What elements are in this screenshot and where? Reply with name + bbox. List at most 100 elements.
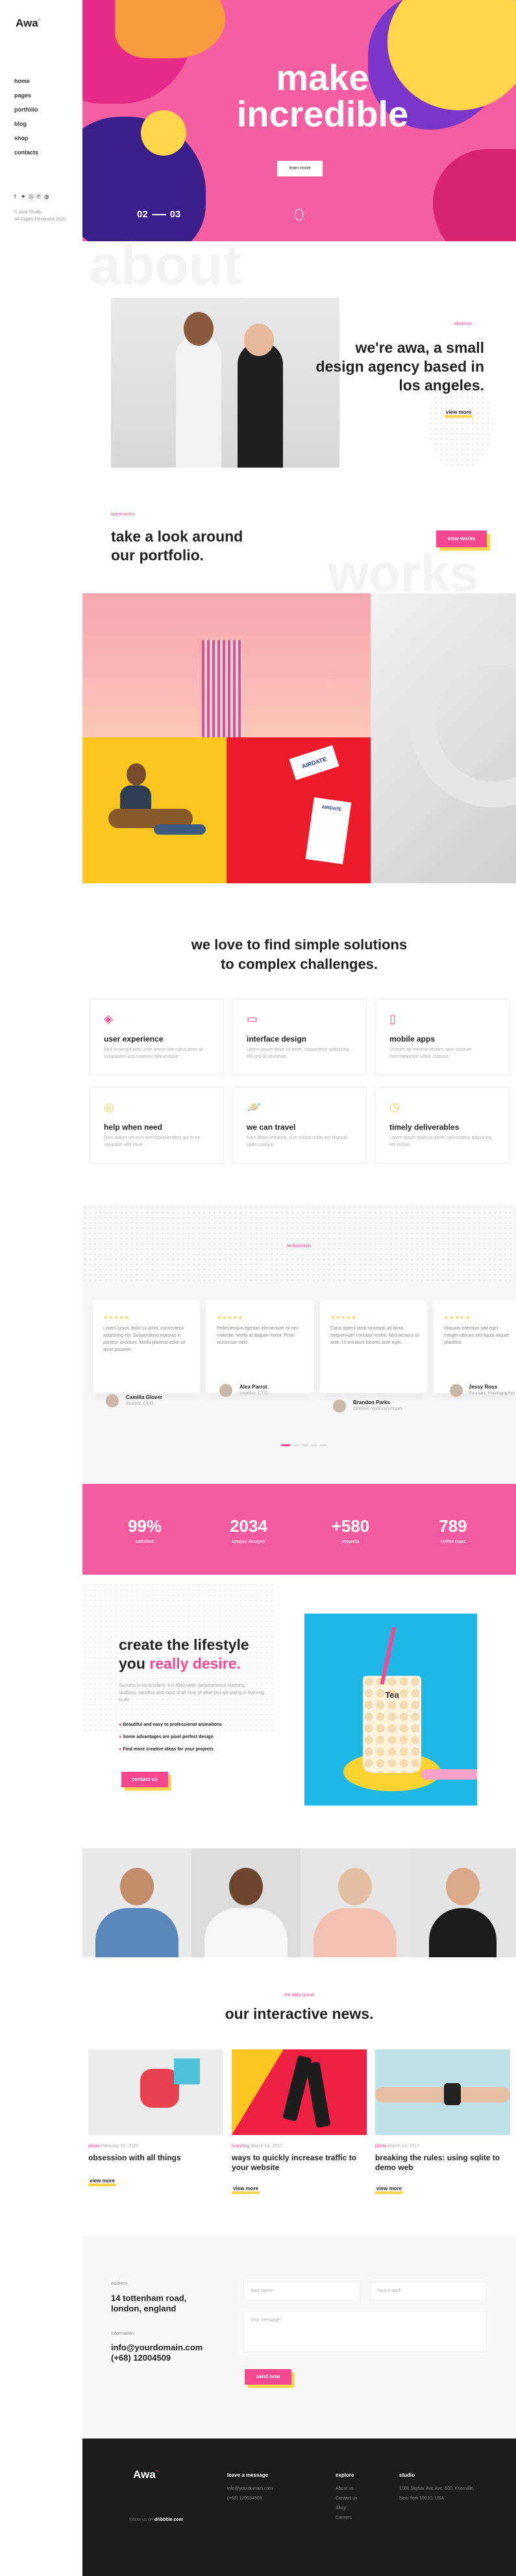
carousel-dot[interactable] — [302, 1444, 308, 1446]
carousel-dot[interactable] — [311, 1444, 317, 1446]
testimonial-quote: Pellentesque egestas elementum mi nec mo… — [217, 1326, 299, 1345]
view-works-button[interactable]: view works — [436, 531, 487, 547]
sock-right — [305, 2061, 331, 2129]
service-card[interactable]: ◈ user experience Sed ut perspiciatis unde… — [89, 999, 224, 1075]
service-title: timely deliverables — [389, 1123, 460, 1132]
testimonial-quote: Class aptent taciti sociosqu ad litora t… — [330, 1326, 419, 1345]
teal-object — [174, 2058, 200, 2084]
footer-col-title: leave a message — [227, 2472, 269, 2478]
about-ghost-text: about — [90, 234, 242, 296]
wrist — [375, 2087, 510, 2103]
address-label: Address — [111, 2282, 128, 2286]
phone-value[interactable]: (+68) 12004509 — [111, 2353, 171, 2363]
nav-contacts[interactable]: contacts — [14, 149, 38, 156]
lifestyle-desc: Success is no accident. It is hard work,… — [119, 1684, 264, 1702]
portfolio-item-architecture[interactable] — [371, 593, 516, 883]
nav-portfolio[interactable]: portfolio — [14, 106, 38, 113]
copyright: © Awa Studio. — [14, 210, 43, 215]
news-image[interactable] — [232, 2049, 367, 2135]
service-desc: Lorem ipsum dolor sit amet, consectetur … — [389, 1136, 492, 1147]
service-card[interactable]: ◷ timely deliverables Lorem ipsum dolor si… — [375, 1087, 510, 1163]
team-member[interactable] — [301, 1848, 410, 1957]
send-now-button[interactable]: send now — [245, 2369, 291, 2385]
service-title: interface design — [247, 1034, 307, 1044]
stars-icon: ★★★★★ — [444, 1315, 471, 1320]
portfolio-item-guitarist[interactable] — [82, 737, 227, 883]
member-head — [229, 1868, 263, 1905]
twitter-icon[interactable]: ✦ — [21, 193, 26, 200]
service-desc: Nam libero tempore, cum soluta nobis est… — [247, 1136, 348, 1147]
nav-pages[interactable]: pages — [14, 92, 31, 99]
testimonial-name: Brandon Parks — [353, 1400, 390, 1405]
service-card[interactable]: ◎ help when need Quis autem vel eum iure r… — [89, 1087, 224, 1163]
name-field[interactable]: Your name* — [243, 2282, 360, 2301]
footer: Awa° follow us on dribbble.com leave a m… — [82, 2439, 516, 2576]
building-shape — [202, 640, 242, 737]
woman-figure — [238, 342, 283, 468]
instagram-icon[interactable]: ◎ — [29, 193, 34, 200]
news-title[interactable]: ways to quickly increase traffic to your … — [232, 2153, 367, 2173]
news-image[interactable] — [375, 2049, 510, 2135]
learn-more-button[interactable]: learn more — [277, 161, 323, 176]
nav-home[interactable]: home — [14, 78, 30, 84]
stars-icon: ★★★★★ — [217, 1315, 243, 1320]
service-card[interactable]: ▯ mobile apps Ut enim ad minima veniam, qu… — [375, 999, 510, 1075]
portfolio-item-airdate[interactable]: AIRDATE AIRDATE — [227, 737, 371, 883]
footer-col-title: studio — [399, 2472, 415, 2478]
news-title[interactable]: breaking the rules: using sqlite to demo … — [375, 2153, 510, 2173]
news-view-more-link[interactable]: view more — [88, 2178, 117, 2186]
carousel-dot[interactable] — [293, 1444, 299, 1446]
contact-us-button[interactable]: contact us — [121, 1772, 168, 1787]
airdate-label: AIRDATE — [289, 745, 339, 780]
planet-icon: 🪐 — [247, 1101, 262, 1114]
member-head — [120, 1868, 154, 1905]
carousel-dot-active[interactable] — [281, 1444, 290, 1446]
about-view-more-link[interactable]: view more — [445, 409, 473, 418]
lifestyle-photo-cup: Tea — [304, 1614, 477, 1806]
information-label: Information — [111, 2332, 134, 2336]
guitarist-legs — [154, 824, 206, 835]
nav-shop[interactable]: shop — [14, 135, 29, 141]
news-meta: photo March 14, 2017 — [375, 2144, 420, 2149]
news-view-more-link[interactable]: view more — [232, 2186, 260, 2194]
logo[interactable]: Awa° — [16, 17, 40, 30]
team-member[interactable] — [191, 1848, 301, 1957]
pinterest-icon[interactable]: ℗ — [36, 193, 41, 200]
scroll-mouse-icon[interactable] — [295, 209, 303, 221]
news-title[interactable]: obsession with all things — [88, 2153, 218, 2163]
hero-blob-orange — [115, 0, 225, 58]
slide-counter: 02 03 — [137, 209, 181, 220]
dribbble-icon[interactable]: ◍ — [44, 193, 49, 200]
news-view-more-link[interactable]: view more — [375, 2186, 404, 2194]
interface-icon: ▭ — [247, 1012, 258, 1025]
team-member[interactable] — [410, 1848, 516, 1957]
portfolio-item-building[interactable] — [82, 593, 371, 737]
man-head — [184, 312, 214, 346]
footer-col-links[interactable]: About us Contact us Shop Careers — [336, 2484, 357, 2523]
email-field[interactable]: Your e-mail* — [370, 2282, 487, 2301]
news-image[interactable] — [88, 2049, 223, 2135]
airdate-tag: AIRDATE — [305, 797, 352, 865]
news-meta: photo February 10, 2020 — [88, 2144, 138, 2149]
member-body — [204, 1908, 288, 1957]
member-head — [338, 1868, 372, 1905]
team-member[interactable] — [82, 1848, 191, 1957]
stat-item: +580 projects — [331, 1516, 370, 1544]
service-card[interactable]: ▭ interface design Lorem ipsum dolor sit a… — [232, 999, 367, 1075]
nav-blog[interactable]: blog — [14, 121, 27, 127]
hero-slider: make incredible learn more 02 03 — [82, 0, 516, 241]
testimonial-card: ★★★★★ Pellentesque egestas elementum mi n… — [206, 1300, 313, 1393]
message-field[interactable]: Your message* — [243, 2311, 487, 2352]
email-value[interactable]: info@yourdomain.com — [111, 2343, 203, 2353]
testimonial-role: Founder, Photographer — [469, 1391, 515, 1396]
service-title: help when need — [104, 1123, 163, 1132]
testimonials-label: testimonials — [287, 1244, 312, 1248]
pink-stick — [421, 1769, 477, 1780]
member-body — [95, 1908, 178, 1957]
service-card[interactable]: 🪐 we can travel Nam libero tempore, cum so… — [232, 1087, 367, 1163]
facebook-icon[interactable]: f — [14, 193, 16, 200]
carousel-dot[interactable] — [320, 1444, 326, 1446]
footer-logo[interactable]: Awa° — [133, 2468, 158, 2481]
dribbble-link[interactable]: dribbble.com — [154, 2518, 183, 2522]
lifestyle-bullets: ● Beautiful and easy to professional ani… — [119, 1723, 223, 1752]
